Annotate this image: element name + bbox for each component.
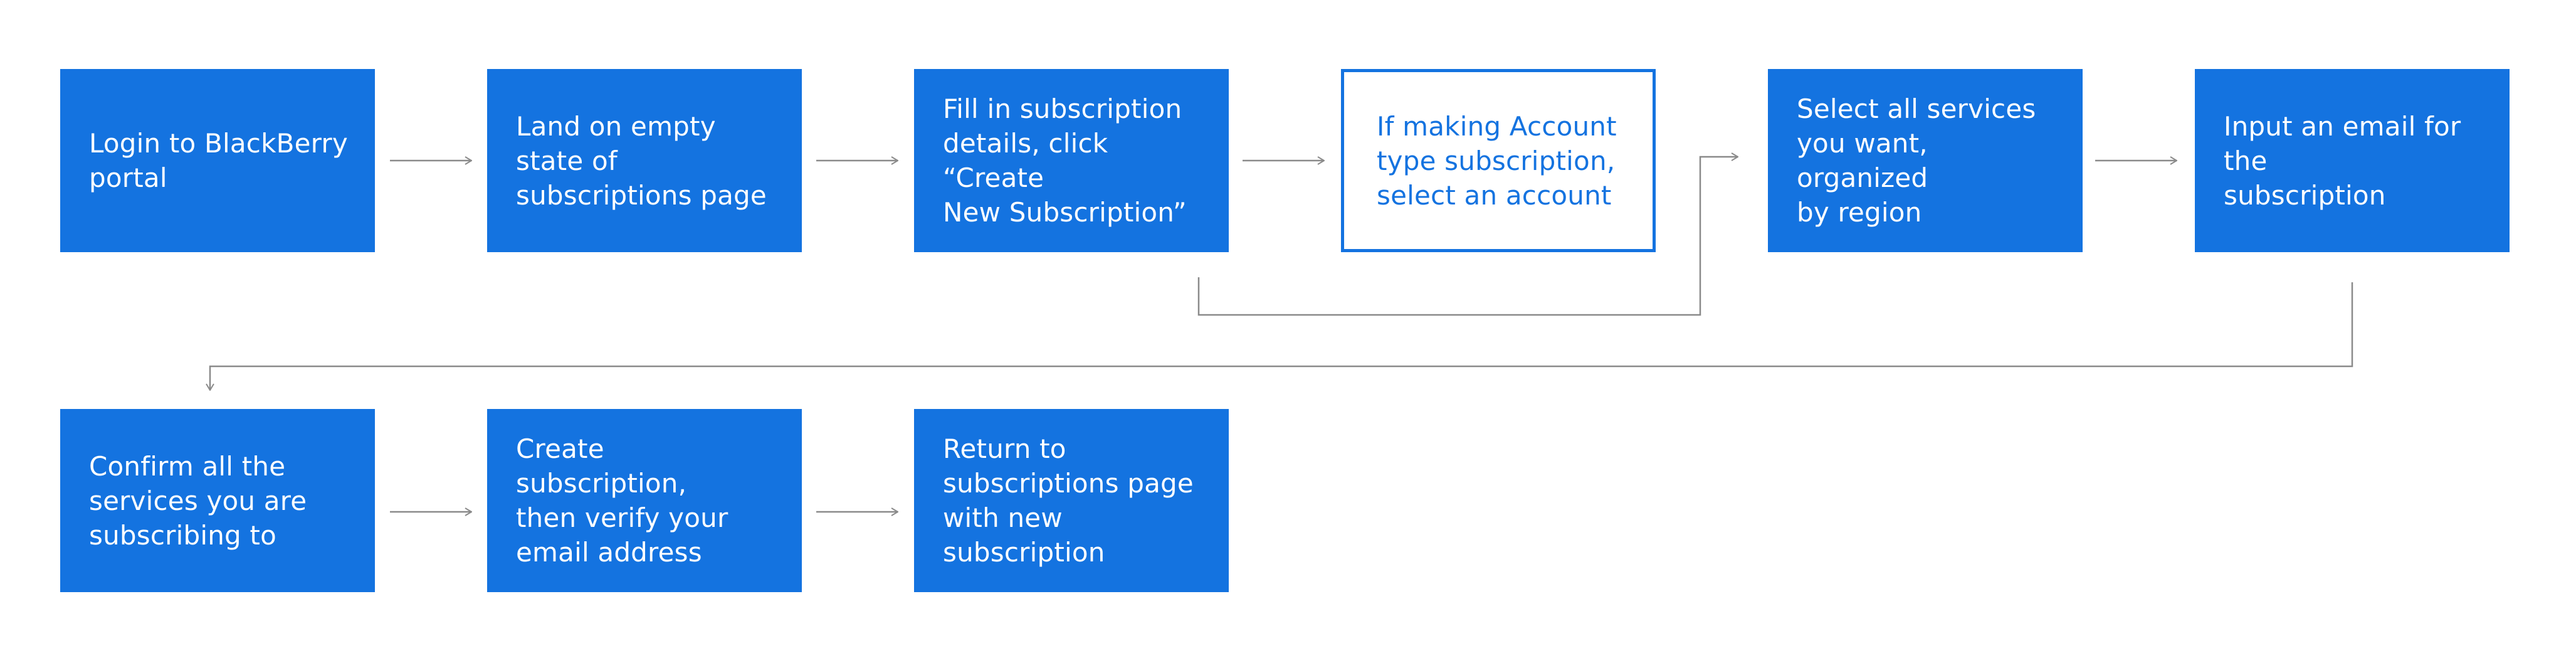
step-login-to-portal: Login to BlackBerry portal	[60, 69, 375, 252]
step-land-on-empty-state: Land on empty state of subscriptions pag…	[487, 69, 802, 252]
connector-layer	[0, 0, 2353, 658]
step-input-email: Input an email for the subscription	[2195, 69, 2510, 252]
step-create-and-verify: Create subscription, then verify your em…	[487, 409, 802, 592]
flow-diagram: Login to BlackBerry portal Land on empty…	[0, 0, 2576, 658]
step-confirm-services: Confirm all the services you are subscri…	[60, 409, 375, 592]
step-return-to-subscriptions: Return to subscriptions page with new su…	[914, 409, 1229, 592]
step-select-services: Select all services you want, organized …	[1768, 69, 2083, 252]
arrow-step6-wrap-to-step7	[210, 282, 2353, 390]
step-fill-subscription-details: Fill in subscription details, click “Cre…	[914, 69, 1229, 252]
step-select-account-optional: If making Account type subscription, sel…	[1341, 69, 1656, 252]
